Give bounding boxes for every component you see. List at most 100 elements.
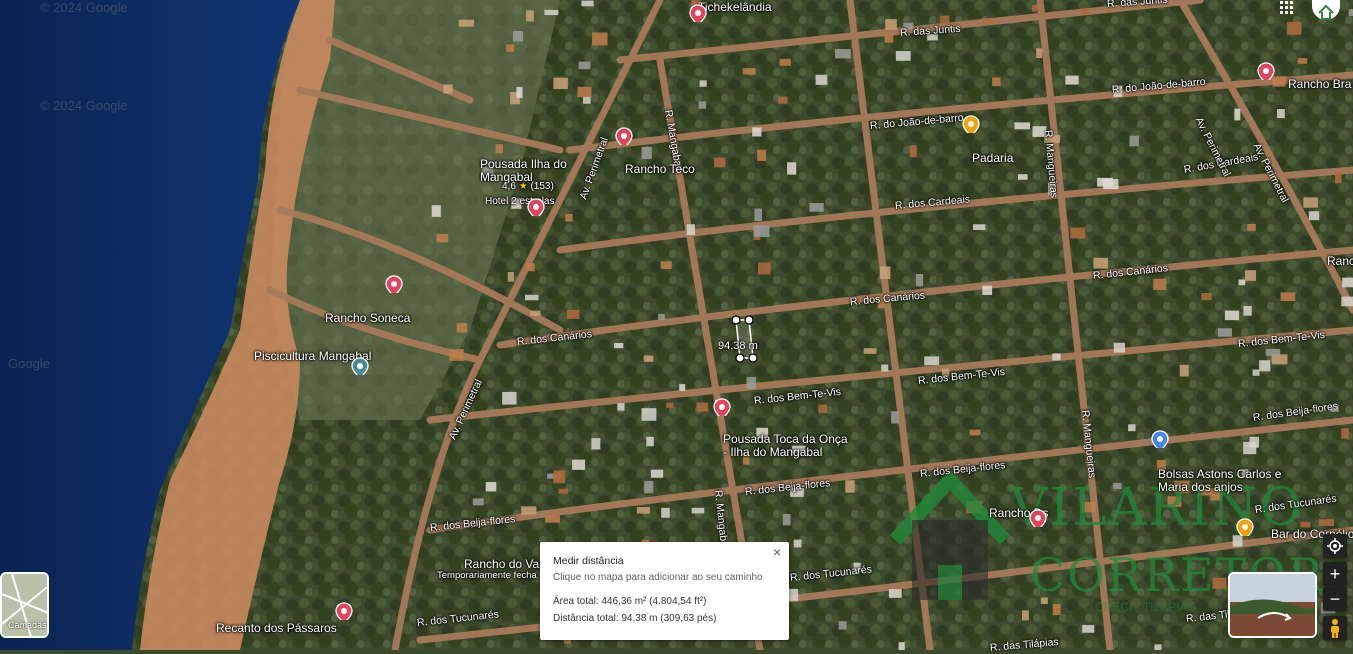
popup-hint: Clique no mapa para adicionar ao seu cam… [553, 572, 763, 583]
building-roof [641, 408, 657, 421]
building-roof [506, 44, 515, 52]
map-pin-icon[interactable] [689, 4, 707, 22]
building-roof [753, 225, 770, 237]
map-pin-icon[interactable] [615, 127, 633, 145]
building-roof [891, 411, 899, 424]
building-roof [838, 621, 847, 630]
poi-label[interactable]: Tichekelândia [698, 0, 772, 14]
zoom-out-button[interactable]: − [1323, 587, 1347, 611]
building-roof [940, 15, 950, 24]
street-view-thumbnail[interactable] [1228, 572, 1317, 638]
google-watermark: Google [8, 356, 50, 371]
measure-distance-label: 94,38 m [718, 340, 758, 352]
building-roof [526, 10, 534, 22]
building-roof [1018, 174, 1028, 180]
building-roof [1128, 424, 1136, 432]
map-pin-icon[interactable] [385, 275, 403, 293]
building-roof [982, 18, 995, 25]
map-pin-icon[interactable] [351, 357, 369, 375]
building-roof [431, 205, 441, 217]
building-roof [679, 384, 686, 391]
building-roof [1276, 109, 1285, 119]
map-pin-icon[interactable] [335, 602, 353, 620]
building-roof [777, 96, 788, 104]
building-roof [746, 376, 756, 389]
building-roof [888, 589, 902, 598]
building-roof [1252, 369, 1260, 376]
building-roof [516, 86, 523, 98]
building-roof [660, 261, 672, 269]
building-roof [982, 285, 993, 296]
building-roof [758, 262, 771, 275]
building-roof [752, 127, 762, 137]
map-pin-icon[interactable] [1236, 518, 1254, 536]
map-pin-icon[interactable] [1257, 62, 1275, 80]
building-roof [1308, 211, 1320, 221]
building-roof [436, 233, 449, 243]
map-pin-icon[interactable] [527, 198, 545, 216]
poi-label[interactable]: Rancho Bra [1288, 77, 1351, 91]
building-roof [495, 144, 504, 154]
building-roof [1238, 279, 1246, 286]
building-roof [666, 402, 674, 408]
building-roof [915, 274, 924, 287]
building-roof [686, 224, 696, 236]
building-roof [581, 0, 594, 7]
poi-label[interactable]: Ranc [1327, 254, 1353, 268]
map-pin-icon[interactable] [962, 115, 980, 133]
brand-tag: CRECI · TILÁPIAS [1095, 600, 1196, 614]
home-icon [1318, 4, 1334, 20]
building-roof [650, 469, 664, 478]
building-roof [1065, 75, 1079, 85]
building-roof [507, 272, 514, 282]
building-roof [1247, 223, 1256, 231]
poi-label[interactable]: Rancho Soneca [325, 311, 410, 325]
poi-label[interactable]: Pousada Toca da Onça - Ilha do Mangabal [723, 433, 853, 459]
poi-label[interactable]: Recanto dos Pássaros [216, 621, 337, 635]
building-roof [1113, 342, 1125, 353]
poi-label[interactable]: Rancho Teco [625, 162, 695, 176]
building-roof [1224, 310, 1240, 321]
close-icon[interactable]: × [769, 542, 785, 562]
building-roof [1217, 328, 1232, 337]
layers-button[interactable]: Camadas [0, 572, 49, 638]
building-roof [578, 61, 591, 70]
building-roof [565, 213, 573, 222]
building-roof [566, 309, 580, 319]
building-roof [973, 224, 986, 231]
building-roof [698, 101, 706, 109]
poi-label[interactable]: Rancho do Va [464, 557, 539, 571]
building-roof [1334, 172, 1342, 184]
building-roof [1052, 353, 1061, 361]
map-pin-icon[interactable] [1029, 509, 1047, 527]
map-pin-icon[interactable] [1151, 430, 1169, 448]
zoom-in-button[interactable]: + [1323, 562, 1347, 586]
building-roof [757, 149, 767, 162]
building-roof [909, 145, 917, 158]
building-roof [1032, 5, 1039, 12]
building-roof [1154, 644, 1162, 650]
pegman-button[interactable] [1323, 616, 1347, 640]
poi-label[interactable]: Bolsas Astons Carlos e Maria dos anjos [1158, 468, 1283, 494]
building-roof [577, 86, 592, 98]
poi-closed-note: Temporariamente fecha [437, 570, 537, 581]
building-roof [1341, 296, 1353, 307]
building-roof [1243, 441, 1257, 455]
building-roof [449, 349, 464, 361]
building-roof [472, 498, 484, 506]
building-roof [591, 438, 601, 450]
building-roof [530, 310, 541, 316]
map-pin-icon[interactable] [713, 398, 731, 416]
apps-grid-icon[interactable] [1279, 0, 1295, 14]
my-location-button[interactable] [1323, 534, 1347, 558]
building-roof [835, 49, 851, 59]
building-roof [1082, 625, 1095, 633]
building-roof [1129, 135, 1139, 147]
building-roof [617, 403, 625, 411]
building-roof [885, 19, 897, 30]
building-roof [1234, 108, 1241, 121]
building-roof [553, 470, 566, 484]
building-roof [643, 355, 654, 362]
building-roof [592, 32, 608, 46]
poi-label[interactable]: Padaria [972, 151, 1013, 165]
